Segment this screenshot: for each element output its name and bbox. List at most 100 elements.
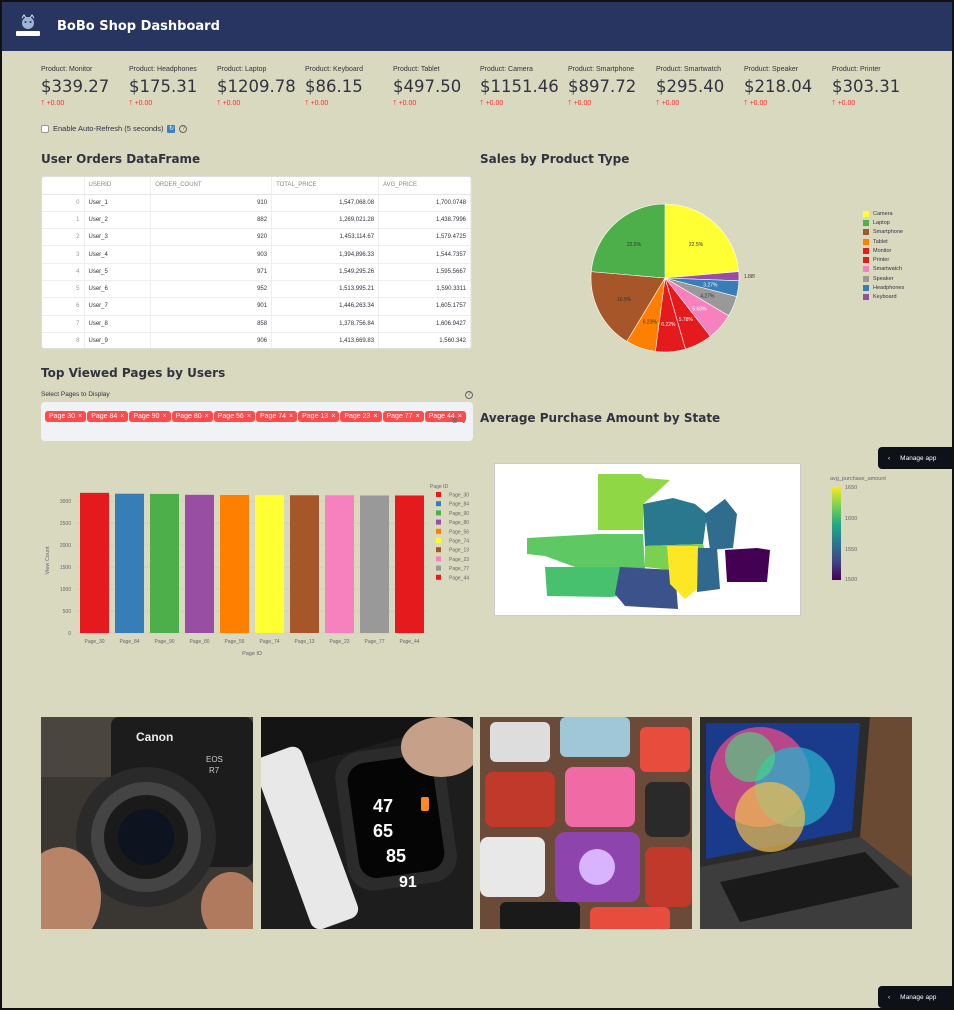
table-cell: 906 (150, 332, 273, 348)
metric-delta: 🡑 +0.00 (656, 100, 680, 107)
page-tag[interactable]: Page 74 × (255, 411, 298, 422)
svg-text:85: 85 (386, 846, 406, 866)
pages-help-icon[interactable]: ? (465, 391, 473, 399)
remove-tag-icon[interactable]: × (416, 413, 420, 420)
legend-swatch (436, 519, 441, 525)
chevron-down-icon[interactable]: ⌄ (460, 416, 467, 425)
page-tag[interactable]: Page 80 × (171, 411, 213, 422)
pie-legend-item[interactable]: Tablet (863, 237, 904, 246)
table-row[interactable]: 0 User_1 910 1,547,068.08 1,700.0748 (42, 194, 471, 212)
pie-slice (590, 203, 666, 279)
table-cell: 1,513,995.21 (271, 280, 380, 299)
pie-legend-item[interactable]: Printer (863, 255, 904, 264)
legend-swatch (863, 257, 869, 264)
legend-label: Page_77 (449, 566, 469, 572)
pie-legend-item[interactable]: Smartphone (863, 228, 904, 237)
pie-legend-item[interactable]: Camera (863, 209, 904, 218)
clear-all-icon[interactable]: ⊗ (451, 416, 458, 425)
remove-tag-icon[interactable]: × (162, 413, 166, 420)
table-cell: 1,700.0748 (378, 194, 471, 212)
column-header[interactable] (42, 177, 85, 195)
page-tag[interactable]: Page 30 × (45, 411, 87, 422)
multiselect-controls[interactable]: ⊗ ⌄ (451, 416, 467, 425)
table-cell: 1,606.9427 (378, 315, 471, 333)
table-row[interactable]: 6 User_7 901 1,446,263.34 1,605.1757 (42, 297, 471, 316)
pie-legend-item[interactable]: Headphones (863, 283, 904, 292)
help-icon[interactable]: ? (179, 124, 188, 133)
column-header[interactable]: USERID (84, 177, 152, 195)
pie-legend-item[interactable]: Keyboard (863, 293, 904, 302)
laptop-photo (700, 717, 912, 929)
column-header[interactable]: AVG_PRICE (378, 177, 471, 195)
table-row[interactable]: 2 User_3 920 1,453,114.67 1,579.4725 (42, 228, 471, 247)
column-header[interactable]: TOTAL_PRICE (271, 177, 380, 195)
table-cell: 1,438.7996 (378, 211, 471, 230)
legend-label: Monitor (873, 247, 892, 254)
table-cell: 6 (42, 297, 85, 316)
manage-app-button-bottom[interactable]: ‹ Manage app (878, 986, 952, 1008)
bar-page_23 (325, 495, 354, 633)
pie-legend-item[interactable]: Speaker (863, 274, 904, 283)
legend-label: Laptop (873, 219, 890, 226)
metric-value: $303.31 (832, 77, 901, 96)
table-cell: 882 (150, 211, 273, 230)
table-cell: 910 (150, 194, 273, 212)
table-cell: 4 (42, 263, 85, 281)
manage-app-button[interactable]: ‹ Manage app (878, 447, 952, 469)
colorbar-tick: 1500 (845, 577, 858, 583)
legend-swatch (436, 528, 441, 534)
metric-card: Product: Camera $1151.46 🡑 +0.00 (480, 66, 565, 110)
map-missouri (615, 567, 678, 609)
auto-refresh-toggle[interactable]: Enable Auto-Refresh (5 seconds) ↻ ? (41, 124, 188, 133)
map-indiana (697, 548, 720, 592)
table-row[interactable]: 1 User_2 882 1,269,021.28 1,438.7996 (42, 211, 471, 230)
camera-brand-text: Canon (136, 730, 173, 744)
orders-dataframe[interactable]: USERID ORDER_COUNT TOTAL_PRICE AVG_PRICE 0U… (41, 176, 472, 349)
pie-legend-item[interactable]: Monitor (863, 246, 904, 255)
pie-legend-item[interactable]: Laptop (863, 218, 904, 227)
chevron-left-icon: ‹ (888, 454, 891, 462)
table-row[interactable]: 3 User_4 903 1,394,896.33 1,544.7357 (42, 245, 471, 264)
bar-page_90 (150, 493, 179, 633)
table-row[interactable]: 8 User_9 906 1,413,669.83 1,560.342 (42, 332, 471, 348)
y-tick-label: 2500 (60, 521, 71, 527)
remove-tag-icon[interactable]: × (205, 413, 209, 420)
column-header[interactable]: ORDER_COUNT (150, 177, 273, 195)
remove-tag-icon[interactable]: × (78, 413, 82, 420)
legend-swatch (863, 285, 869, 292)
table-cell: User_6 (84, 280, 152, 299)
colorbar (832, 487, 841, 580)
page-tag[interactable]: Page 90 × (129, 411, 171, 422)
legend-label: Speaker (873, 275, 894, 282)
table-row[interactable]: 4 User_5 971 1,549,295.26 1,595.5667 (42, 263, 471, 281)
remove-tag-icon[interactable]: × (289, 413, 293, 420)
auto-refresh-checkbox[interactable] (41, 124, 49, 133)
table-row[interactable]: 7 User_8 858 1,378,756.84 1,606.9427 (42, 315, 471, 333)
page-tag[interactable]: Page 84 × (87, 411, 129, 422)
table-cell: 1,605.1757 (378, 297, 471, 316)
x-tick-label: Page_23 (329, 639, 349, 645)
metric-value: $497.50 (393, 77, 462, 96)
remove-tag-icon[interactable]: × (373, 413, 377, 420)
pie-legend-item[interactable]: Smartwatch (863, 265, 904, 274)
tag-label: Page 13 (302, 413, 329, 420)
remove-tag-icon[interactable]: × (247, 413, 251, 420)
metric-label: Product: Printer (832, 66, 881, 73)
table-cell: 1,413,669.83 (271, 332, 380, 348)
pages-multiselect[interactable]: Page 30 × Page 84 × Page 90 × Page 80 × Page 56 ×… (41, 402, 473, 441)
colorbar-tick: 1600 (845, 516, 858, 522)
legend-label: Page_56 (449, 529, 469, 535)
legend-swatch (863, 275, 869, 282)
remove-tag-icon[interactable]: × (331, 413, 335, 420)
pie-label: 22.5% (627, 242, 642, 248)
table-row[interactable]: 5 User_6 952 1,513,995.21 1,590.3311 (42, 280, 471, 299)
page-tag[interactable]: Page 56 × (213, 411, 255, 422)
page-tag[interactable]: Page 77 × (382, 411, 424, 422)
page-tag[interactable]: Page 23 × (340, 411, 382, 422)
page-tag[interactable]: Page 13 × (298, 411, 340, 422)
remove-tag-icon[interactable]: × (120, 413, 124, 420)
legend-swatch (436, 538, 441, 543)
manage-app-label: Manage app (900, 454, 937, 462)
table-cell: 1,560.342 (378, 332, 471, 348)
auto-refresh-label: Enable Auto-Refresh (5 seconds) (53, 124, 164, 133)
